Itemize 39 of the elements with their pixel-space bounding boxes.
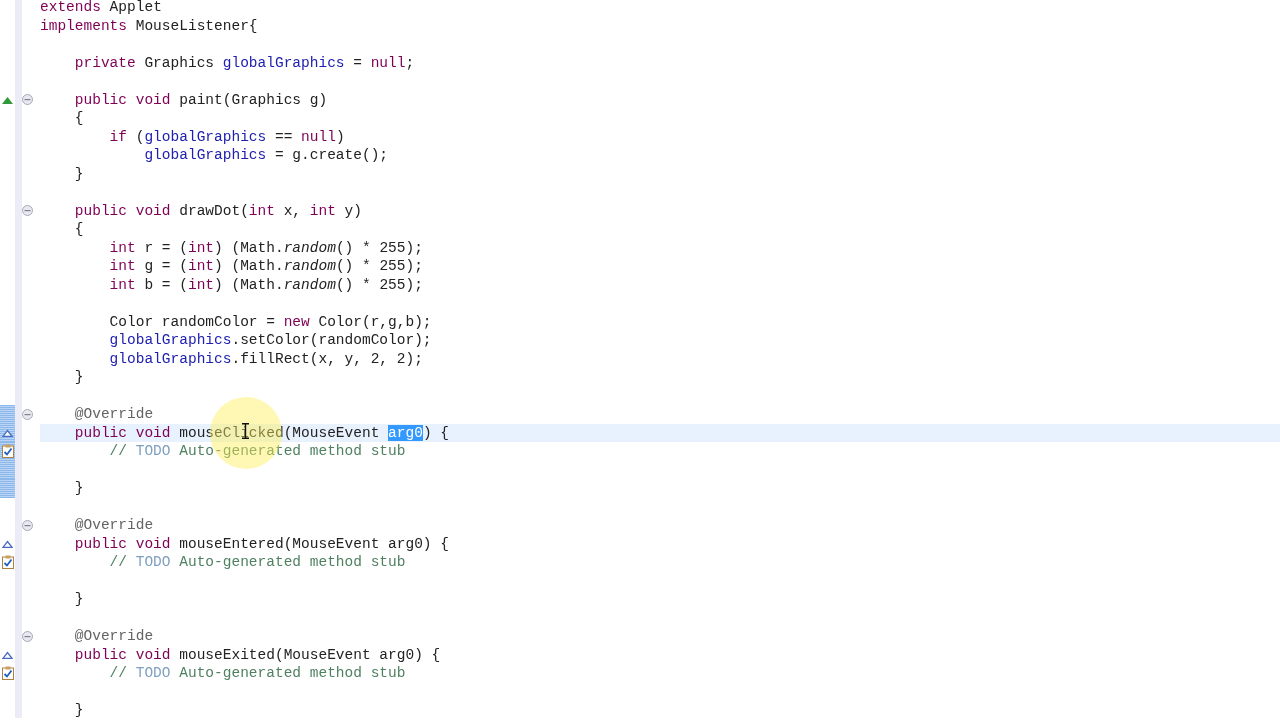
code-line: public void paint(Graphics g)	[73, 90, 328, 109]
implements-triangle-icon	[2, 428, 13, 437]
implements-triangle-icon	[2, 539, 13, 548]
code-line: public void drawDot(int x, int y)	[73, 201, 362, 220]
collapse-icon[interactable]	[22, 519, 33, 531]
code-line: }	[73, 479, 84, 498]
code-line: public void mouseExited(MouseEvent arg0) {	[73, 645, 441, 664]
code-line: // TODO Auto-generated method stub	[108, 553, 406, 572]
code-line: int r = (int) (Math.random() * 255);	[108, 238, 423, 257]
code-line: @Override	[73, 627, 154, 646]
code-line: globalGraphics.setColor(randomColor);	[108, 331, 432, 350]
code-line: int g = (int) (Math.random() * 255);	[108, 257, 423, 276]
code-line: @Override	[73, 405, 154, 424]
code-line: globalGraphics = g.create();	[143, 146, 389, 165]
code-line: Color randomColor = new Color(r,g,b);	[108, 312, 432, 331]
code-line: public void mouseEntered(MouseEvent arg0) {	[73, 534, 449, 553]
task-icon	[1, 666, 14, 681]
override-triangle-icon	[2, 95, 13, 104]
implements-triangle-icon	[2, 650, 13, 659]
code-line: extends Applet	[40, 0, 162, 17]
collapse-icon[interactable]	[22, 630, 33, 642]
collapse-icon[interactable]	[22, 94, 33, 106]
code-line: // TODO Auto-generated method stub	[108, 442, 406, 461]
code-line: }	[73, 590, 84, 609]
code-line: if (globalGraphics == null)	[108, 127, 345, 146]
code-line: private Graphics globalGraphics = null;	[73, 53, 415, 72]
code-line: }	[73, 368, 84, 387]
code-line: implements MouseListener{	[40, 16, 258, 35]
code-line: @Override	[73, 516, 154, 535]
code-line: // TODO Auto-generated method stub	[108, 664, 406, 683]
code-line: }	[73, 164, 84, 183]
code-line: globalGraphics.fillRect(x, y, 2, 2);	[108, 349, 423, 368]
code-line: {	[73, 220, 84, 239]
task-icon	[1, 555, 14, 570]
code-line: int b = (int) (Math.random() * 255);	[108, 275, 423, 294]
collapse-icon[interactable]	[22, 408, 33, 420]
code-line: {	[73, 109, 84, 128]
collapse-icon[interactable]	[22, 205, 33, 217]
code-line: }	[73, 701, 84, 718]
